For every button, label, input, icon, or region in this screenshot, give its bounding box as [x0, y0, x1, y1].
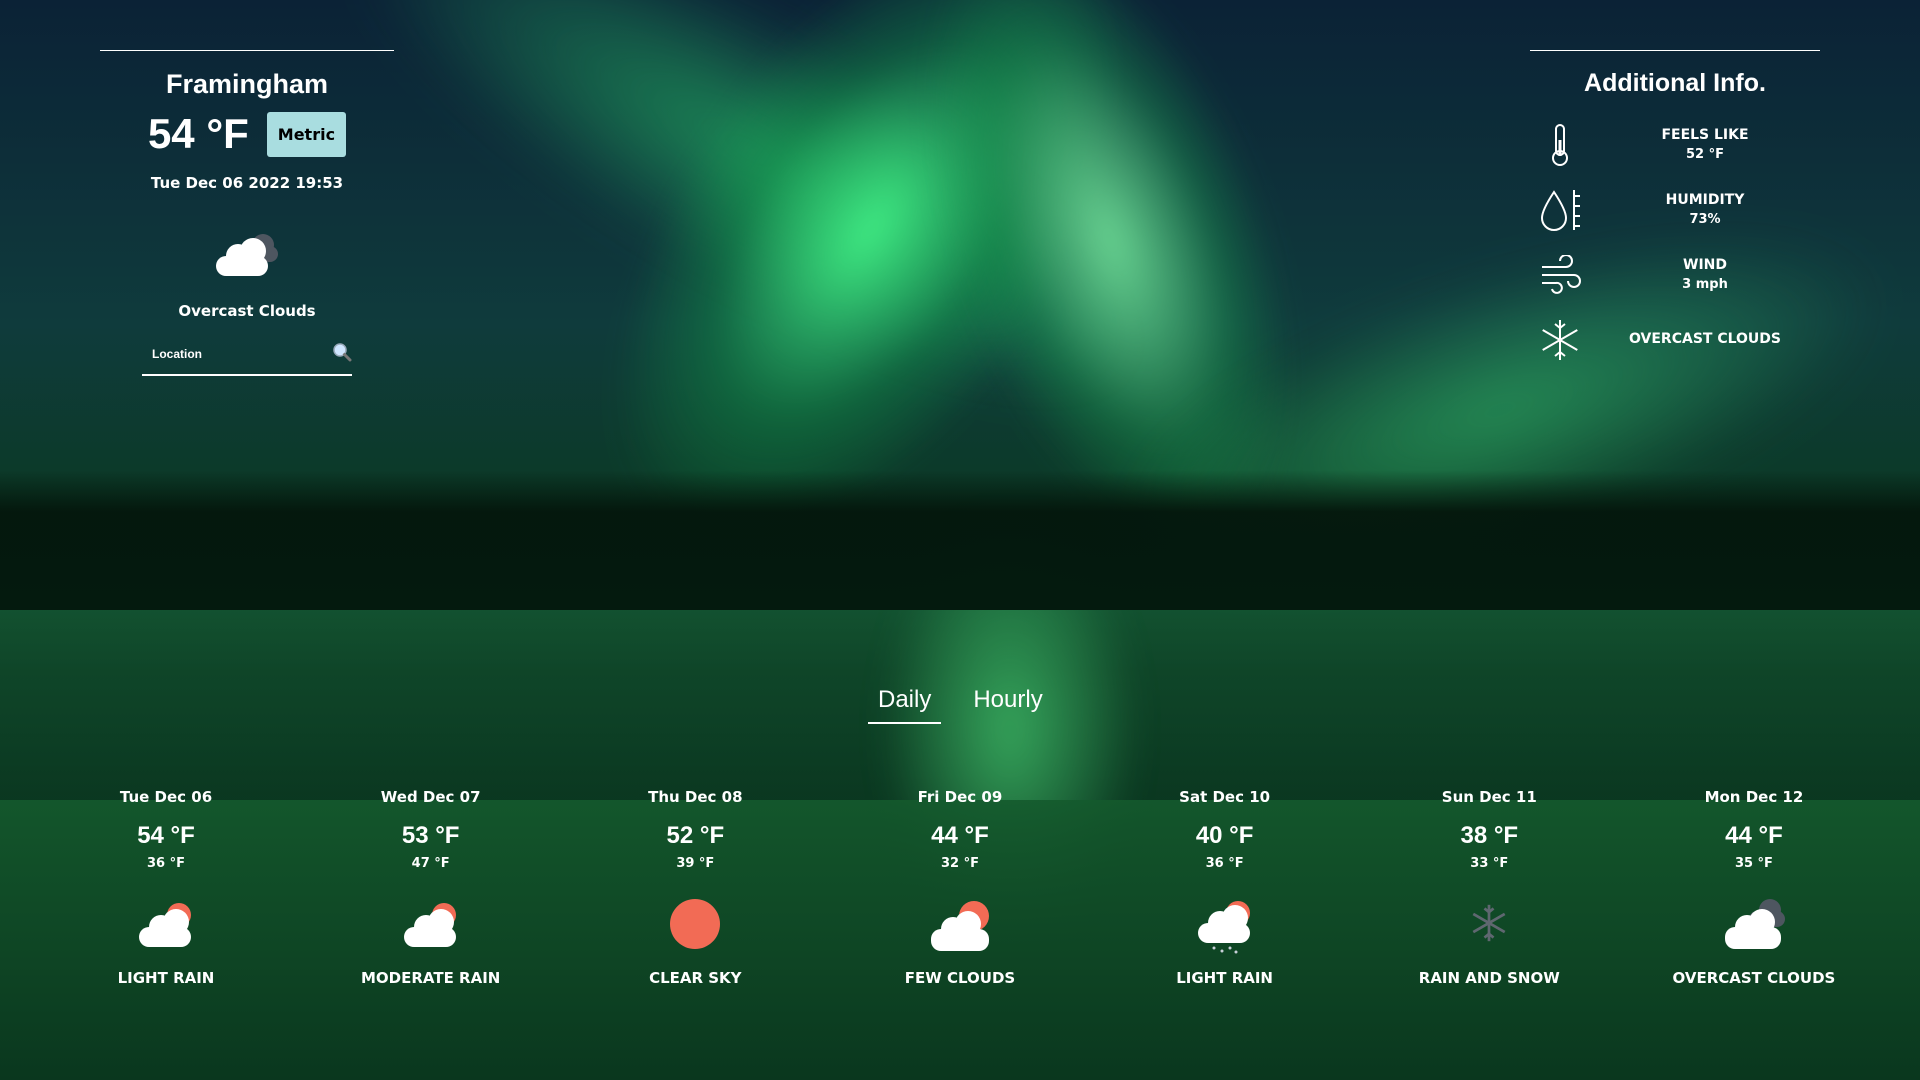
forecast-description: MODERATE RAIN [360, 969, 501, 987]
forecast-high: 53 °F [401, 822, 460, 849]
humidity-drop-icon [1530, 186, 1590, 234]
daily-forecast: Tue Dec 06 54 °F 36 °F LIGHT RAIN Wed De… [36, 788, 1884, 987]
feels-like-value: 52 °F [1686, 146, 1724, 162]
sun-cloud-icon [925, 897, 995, 953]
forecast-day: Wed Dec 07 53 °F 47 °F MODERATE RAIN [301, 788, 561, 987]
condition-label: OVERCAST CLOUDS [1629, 331, 1781, 347]
snowflake-icon [1530, 318, 1590, 362]
forecast-high: 44 °F [931, 822, 989, 849]
current-temperature: 54 °F [147, 110, 249, 157]
forecast-low: 39 °F [676, 856, 715, 871]
forecast-low: 32 °F [940, 856, 979, 871]
sun-cloud-icon [131, 897, 201, 953]
additional-info-title: Additional Info. [1584, 69, 1766, 97]
forecast-high: 54 °F [137, 822, 195, 849]
overcast-cloud-icon [212, 230, 282, 280]
feels-like-label: FEELS LIKE [1661, 126, 1749, 143]
forecast-high: 52 °F [666, 822, 725, 849]
wind-row: WIND 3 mph [1530, 242, 1820, 307]
sun-icon [660, 897, 730, 953]
forecast-day-name: Sat Dec 10 [1179, 788, 1271, 806]
humidity-row: HUMIDITY 73% [1530, 177, 1820, 242]
metric-toggle-button[interactable]: Metric [266, 111, 347, 157]
humidity-value: 73% [1689, 211, 1721, 227]
forecast-description: OVERCAST CLOUDS [1672, 969, 1836, 987]
forecast-low: 36 °F [1205, 856, 1244, 871]
thermometer-icon [1530, 122, 1590, 168]
forecast-low: 47 °F [411, 856, 450, 871]
forecast-day-name: Wed Dec 07 [380, 788, 481, 806]
forecast-low: 33 °F [1470, 856, 1509, 871]
forecast-day-name: Mon Dec 12 [1704, 788, 1804, 806]
forecast-high: 44 °F [1725, 822, 1783, 849]
forecast-description: RAIN AND SNOW [1418, 969, 1560, 987]
humidity-label: HUMIDITY [1665, 191, 1745, 208]
tab-daily[interactable]: Daily [868, 686, 942, 724]
wind-value: 3 mph [1682, 276, 1728, 292]
forecast-day-name: Thu Dec 08 [648, 788, 743, 806]
forecast-day-name: Tue Dec 06 [119, 788, 213, 806]
forecast-high: 38 °F [1460, 822, 1519, 849]
overcast-cloud-icon [1719, 897, 1789, 953]
forecast-day: Thu Dec 08 52 °F 39 °F CLEAR SKY [565, 788, 825, 987]
forecast-day-name: Sun Dec 11 [1441, 788, 1537, 806]
current-condition: Overcast Clouds [178, 302, 316, 320]
snowflake-icon [1454, 897, 1524, 953]
additional-info-panel: Additional Info. FEELS LIKE 52 °F HUMIDI… [1530, 50, 1820, 372]
search-icon[interactable] [332, 342, 352, 366]
wind-icon [1530, 254, 1590, 295]
location-search [142, 342, 352, 376]
divider [100, 50, 394, 51]
forecast-high: 40 °F [1195, 822, 1254, 849]
current-weather-panel: Framingham 54 °F Metric Tue Dec 06 2022 … [100, 50, 394, 376]
forecast-day-name: Fri Dec 09 [917, 788, 1003, 806]
city-name: Framingham [165, 69, 329, 99]
forecast-day: Sat Dec 10 40 °F 36 °F LIGHT RAIN [1095, 788, 1355, 987]
forecast-description: FEW CLOUDS [904, 969, 1016, 987]
forecast-low: 35 °F [1734, 856, 1773, 871]
sun-cloud-icon [396, 897, 466, 953]
forecast-description: CLEAR SKY [649, 969, 742, 987]
rain-cloud-icon [1190, 897, 1260, 954]
forecast-low: 36 °F [147, 856, 185, 871]
forecast-day: Mon Dec 12 44 °F 35 °F OVERCAST CLOUDS [1624, 788, 1884, 987]
current-datetime: Tue Dec 06 2022 19:53 [150, 174, 344, 192]
tab-hourly[interactable]: Hourly [963, 686, 1052, 724]
condition-row: OVERCAST CLOUDS [1530, 307, 1820, 372]
forecast-description: LIGHT RAIN [1176, 969, 1273, 987]
forecast-tabs: Daily Hourly [868, 686, 1053, 724]
wind-label: WIND [1683, 256, 1727, 273]
divider [1530, 50, 1820, 51]
location-input[interactable] [142, 347, 312, 361]
forecast-day: Sun Dec 11 38 °F 33 °F RAIN AND SNOW [1359, 788, 1619, 987]
forecast-day: Tue Dec 06 54 °F 36 °F LIGHT RAIN [36, 788, 296, 987]
forecast-description: LIGHT RAIN [117, 969, 215, 987]
feels-like-row: FEELS LIKE 52 °F [1530, 112, 1820, 177]
forecast-day: Fri Dec 09 44 °F 32 °F FEW CLOUDS [830, 788, 1090, 987]
